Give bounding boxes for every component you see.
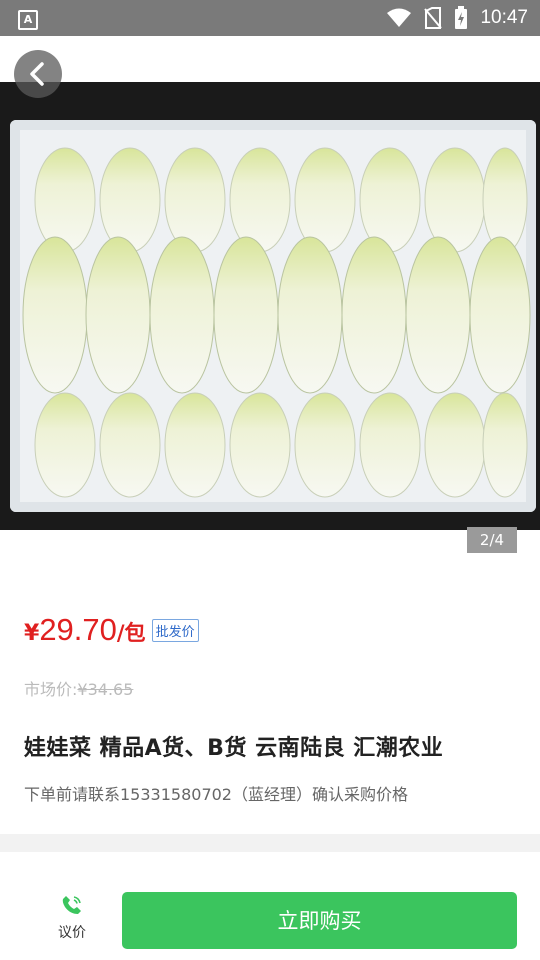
negotiate-button[interactable]: 议价	[44, 894, 100, 942]
product-title: 娃娃菜 精品A货、B货 云南陆良 汇潮农业	[24, 736, 444, 761]
battery-icon	[455, 6, 468, 29]
back-button[interactable]	[14, 50, 62, 98]
clock: 10:47	[480, 7, 528, 28]
status-bar: A 10:47	[0, 0, 540, 36]
currency-symbol: ¥	[24, 621, 40, 646]
section-divider	[0, 834, 540, 852]
image-counter: 2/4	[467, 527, 517, 553]
price-unit: /包	[116, 621, 146, 645]
contact-note: 下单前请联系15331580702（蓝经理）确认采购价格	[24, 785, 408, 804]
foam-tray	[10, 120, 536, 512]
market-price: 市场价:¥34.65	[24, 676, 133, 700]
no-sim-icon	[424, 7, 443, 29]
price-value: 29.70	[39, 612, 117, 647]
product-image-gallery[interactable]	[0, 36, 540, 576]
app-notification-icon: A	[18, 10, 38, 30]
market-price-label: 市场价:	[24, 680, 78, 699]
wifi-icon	[387, 8, 412, 27]
phone-icon	[62, 896, 81, 914]
product-photo	[0, 82, 540, 530]
price-row: ¥ 29.70 /包 批发价	[24, 612, 199, 648]
market-price-value: ¥34.65	[77, 680, 134, 699]
negotiate-label: 议价	[58, 925, 86, 941]
wholesale-price-tag: 批发价	[151, 619, 199, 642]
buy-now-button[interactable]: 立即购买	[122, 892, 517, 949]
cabbage-illustration	[22, 147, 531, 498]
chevron-left-icon	[30, 62, 44, 86]
